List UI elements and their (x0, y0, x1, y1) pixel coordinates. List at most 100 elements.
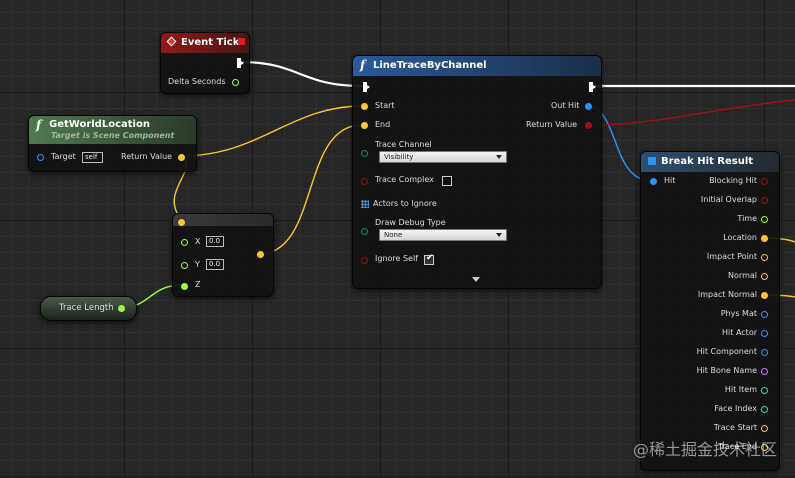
trace-length-pin[interactable] (118, 305, 125, 312)
break-output-label: Hit Bone Name (696, 366, 757, 375)
get-world-location-header: f GetWorldLocation Target is Scene Compo… (29, 116, 196, 144)
break-output-label: Phys Mat (720, 309, 757, 318)
draw-debug-type-label: Draw Debug Type (375, 218, 446, 227)
draw-debug-type-pin[interactable] (361, 228, 368, 235)
out-hit-label: Out Hit (551, 101, 580, 110)
break-output-pin[interactable] (761, 235, 768, 242)
break-output-pin[interactable] (761, 330, 768, 337)
exec-wire-tick-to-trace (239, 60, 363, 88)
line-trace-title: LineTraceByChannel (373, 60, 487, 71)
expand-advanced-arrow-icon[interactable] (472, 277, 480, 282)
actors-to-ignore-label: Actors to Ignore (373, 199, 437, 208)
line-trace-node[interactable]: f LineTraceByChannel Start End Out Hit R… (352, 55, 602, 289)
break-output-pin[interactable] (761, 387, 768, 394)
event-tick-header: Event Tick (161, 33, 249, 53)
break-hit-result-title: Break Hit Result (661, 156, 754, 167)
draw-debug-type-dropdown[interactable]: None (379, 229, 507, 241)
delta-seconds-label: Delta Seconds (168, 77, 226, 86)
target-label: Target (51, 152, 76, 161)
break-output-label: Trace Start (713, 423, 757, 432)
struct-break-icon (648, 157, 656, 165)
return-value-label: Return Value (121, 152, 173, 161)
break-output-pin[interactable] (761, 292, 768, 299)
vector-a-pin[interactable] (178, 219, 185, 226)
break-output-label: Impact Normal (697, 290, 757, 299)
wire-returnvalue-out (585, 99, 795, 126)
exec-out-pin[interactable] (589, 82, 596, 92)
end-pin[interactable] (361, 122, 368, 129)
break-output-label: Location (723, 233, 757, 242)
start-pin[interactable] (361, 103, 368, 110)
target-pin[interactable] (37, 154, 44, 161)
hit-input-pin[interactable] (650, 178, 657, 185)
return-value-label: Return Value (526, 120, 578, 129)
break-output-pin[interactable] (761, 368, 768, 375)
trace-length-label: Trace Length (59, 303, 114, 313)
exec-out-pin[interactable] (237, 58, 244, 68)
watermark: @稀土掘金技术社区 (632, 440, 777, 459)
break-hit-result-header: Break Hit Result (641, 152, 779, 172)
exec-in-pin[interactable] (363, 82, 370, 92)
trace-length-node[interactable]: Trace Length (40, 296, 137, 321)
get-world-location-node[interactable]: f GetWorldLocation Target is Scene Compo… (28, 115, 197, 172)
vector-add-header (173, 214, 273, 226)
end-label: End (375, 120, 391, 129)
return-value-pin[interactable] (178, 154, 185, 161)
wire-location-to-start (180, 105, 363, 157)
z-pin[interactable] (181, 283, 188, 290)
break-output-label: Normal (728, 271, 757, 280)
z-label: Z (195, 280, 201, 289)
trace-complex-label: Trace Complex (375, 175, 434, 184)
break-output-pin[interactable] (761, 425, 768, 432)
break-output-pin[interactable] (761, 406, 768, 413)
wire-add-to-end (258, 124, 363, 255)
chevron-down-icon (496, 155, 502, 159)
get-world-location-subtitle: Target is Scene Component (51, 131, 175, 140)
break-output-label: Initial Overlap (700, 195, 757, 204)
delta-seconds-pin[interactable] (232, 79, 239, 86)
break-hit-result-node[interactable]: Break Hit Result Hit Blocking Hit Initial… (640, 151, 780, 471)
break-output-pin[interactable] (761, 311, 768, 318)
x-value-field[interactable]: 0.0 (206, 236, 224, 247)
start-label: Start (375, 101, 395, 110)
trace-complex-checkbox[interactable] (442, 176, 452, 186)
get-world-location-title: GetWorldLocation (49, 119, 150, 130)
break-output-label: Hit Component (696, 347, 757, 356)
y-value-field[interactable]: 0.0 (206, 259, 224, 270)
vector-add-node[interactable]: X 0.0 Y 0.0 Z (172, 213, 274, 297)
trace-channel-value: Visibility (384, 153, 414, 161)
break-output-label: Face Index (714, 404, 757, 413)
trace-channel-label: Trace Channel (375, 140, 432, 149)
break-output-pin[interactable] (761, 273, 768, 280)
delegate-pin-icon[interactable] (238, 38, 245, 45)
return-value-pin[interactable] (585, 122, 592, 129)
y-label: Y (195, 260, 200, 269)
hit-input-label: Hit (664, 176, 676, 185)
checkmark-icon: ✔ (426, 253, 434, 263)
break-output-pin[interactable] (761, 178, 768, 185)
target-self-field[interactable]: self (82, 152, 103, 163)
ignore-self-pin[interactable] (361, 257, 368, 264)
break-output-pin[interactable] (761, 197, 768, 204)
y-pin[interactable] (181, 262, 188, 269)
break-output-pin[interactable] (761, 216, 768, 223)
trace-complex-pin[interactable] (361, 178, 368, 185)
break-output-pin[interactable] (761, 254, 768, 261)
event-tick-title: Event Tick (181, 37, 240, 48)
line-trace-header: f LineTraceByChannel (353, 56, 601, 76)
vector-out-pin[interactable] (257, 251, 264, 258)
out-hit-pin[interactable] (585, 103, 592, 110)
event-tick-node[interactable]: Event Tick Delta Seconds (160, 32, 250, 94)
event-icon (166, 36, 177, 47)
break-output-label: Time (737, 214, 757, 223)
break-output-label: Hit Actor (722, 328, 757, 337)
trace-channel-pin[interactable] (361, 150, 368, 157)
break-output-pin[interactable] (761, 349, 768, 356)
ignore-self-checkbox[interactable]: ✔ (424, 253, 434, 265)
x-pin[interactable] (181, 239, 188, 246)
trace-channel-dropdown[interactable]: Visibility (379, 151, 507, 163)
break-output-label: Blocking Hit (709, 176, 757, 185)
ignore-self-label: Ignore Self (375, 254, 419, 263)
array-pin-icon[interactable] (361, 200, 369, 208)
draw-debug-type-value: None (384, 231, 403, 239)
